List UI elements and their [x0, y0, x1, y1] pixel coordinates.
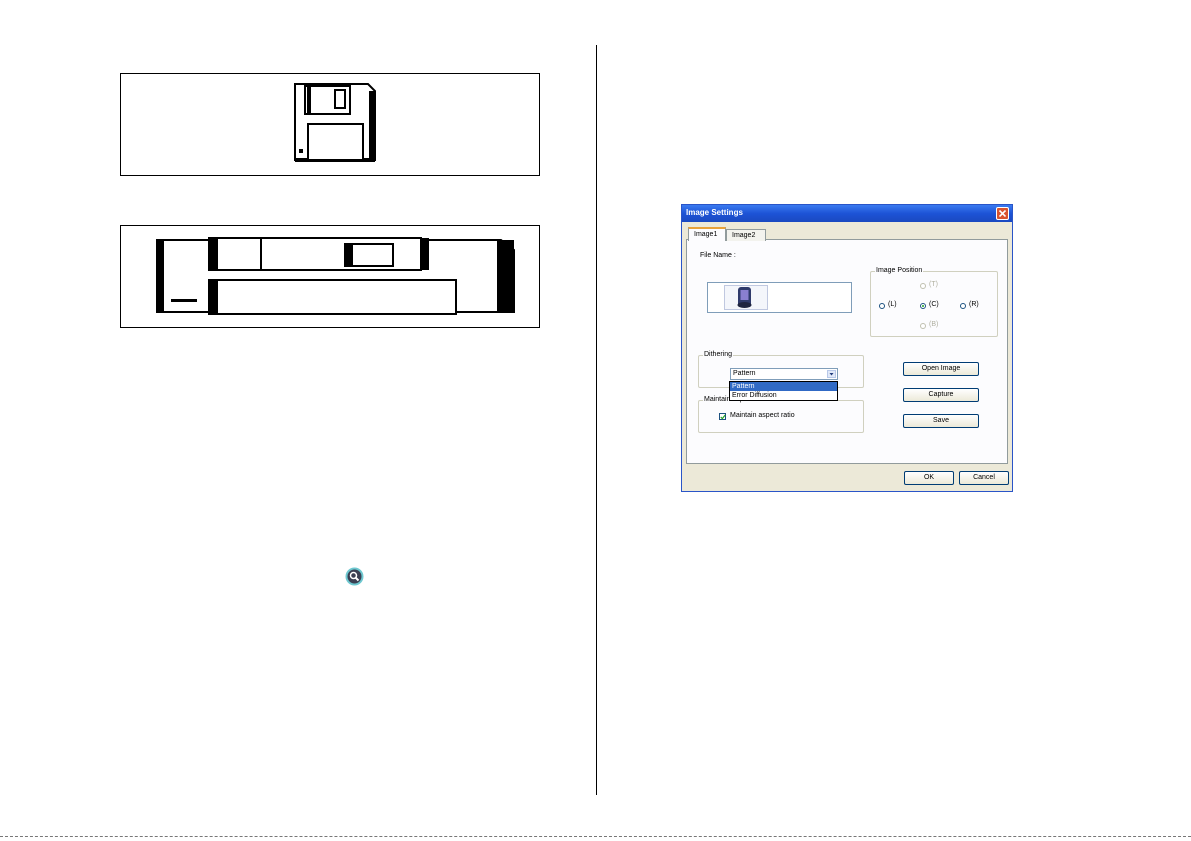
page-bottom-rule [0, 836, 1191, 837]
maintain-aspect-group: Maintain aspect Maintain aspect ratio [698, 396, 864, 433]
checkmark-icon [720, 414, 726, 420]
dithering-option-error-diffusion[interactable]: Error Diffusion [730, 391, 837, 400]
dithering-dropdown-button[interactable] [827, 370, 836, 378]
radio-center-label: (C) [929, 301, 939, 308]
radio-center-dot [922, 305, 924, 307]
radio-bottom[interactable] [920, 323, 926, 329]
tab-image2-label: Image2 [732, 232, 756, 239]
magnifier-icon [345, 567, 364, 586]
open-image-button[interactable]: Open Image [903, 362, 979, 376]
image-preview [707, 282, 852, 313]
radio-bottom-label: (B) [929, 321, 939, 328]
radio-right-label: (R) [969, 301, 979, 308]
memory-card-icon [156, 237, 515, 315]
column-divider [596, 45, 597, 795]
floppy-disk-icon [294, 83, 376, 162]
zoom-button[interactable] [345, 567, 364, 586]
radio-left-label: (L) [888, 301, 897, 308]
image-position-label: Image Position [875, 267, 924, 274]
close-button[interactable] [996, 207, 1009, 220]
radio-center[interactable] [920, 303, 926, 309]
preview-thumbnail [724, 285, 768, 310]
floppy-disk-panel [120, 73, 540, 176]
image-settings-dialog: Image Settings File Name : Image Positio… [681, 204, 1013, 492]
ok-button[interactable]: OK [904, 471, 954, 485]
radio-top-label: (T) [929, 281, 938, 288]
radio-left[interactable] [879, 303, 885, 309]
radio-right[interactable] [960, 303, 966, 309]
maintain-aspect-checkbox[interactable] [719, 413, 726, 420]
close-icon [999, 210, 1006, 217]
chevron-down-icon [829, 373, 834, 376]
memory-card-panel [120, 225, 540, 328]
tab-panel-image1: File Name : Image Position (T) (L) (C) (… [686, 239, 1008, 464]
phone-image-icon [737, 287, 752, 308]
save-button[interactable]: Save [903, 414, 979, 428]
tab-image2[interactable]: Image2 [726, 229, 766, 241]
dithering-selected-value: Pattern [733, 370, 756, 377]
image-position-group: Image Position (T) (L) (C) (R) (B) [870, 267, 998, 337]
dithering-options-list: Pattern Error Diffusion [729, 381, 838, 401]
dialog-title: Image Settings [686, 208, 743, 217]
radio-top[interactable] [920, 283, 926, 289]
capture-button[interactable]: Capture [903, 388, 979, 402]
dithering-label: Dithering [703, 351, 734, 358]
dithering-select[interactable]: Pattern [730, 368, 838, 380]
maintain-aspect-label: Maintain aspect ratio [730, 412, 795, 419]
tab-image1[interactable]: Image1 [688, 227, 726, 241]
dialog-titlebar[interactable]: Image Settings [682, 205, 1012, 222]
tab-image1-label: Image1 [694, 231, 718, 238]
dithering-option-pattern[interactable]: Pattern [730, 382, 837, 391]
cancel-button[interactable]: Cancel [959, 471, 1009, 485]
file-name-label: File Name : [700, 252, 736, 259]
